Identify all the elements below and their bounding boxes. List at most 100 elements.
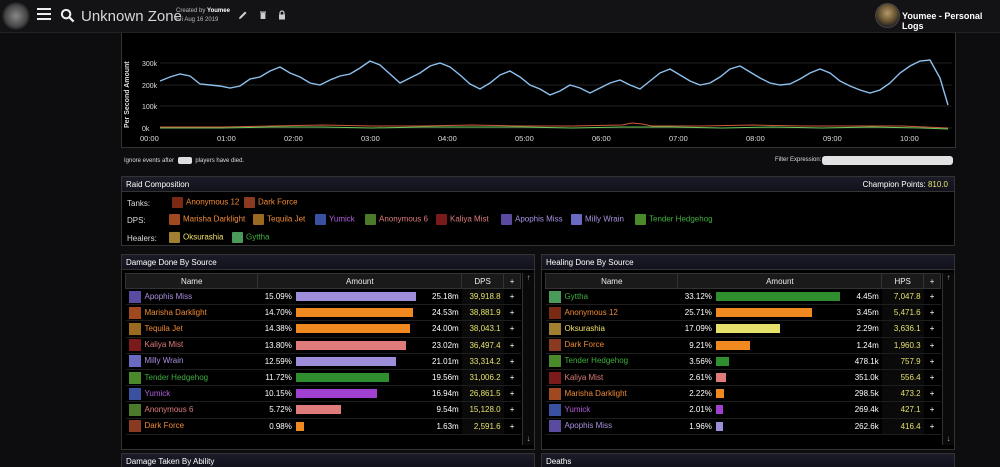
table-row[interactable]: Dark Force 9.21% 1.24m 1,960.3 + (545, 337, 941, 354)
healing-done-scrollbar[interactable]: ↑ ↓ (942, 273, 954, 445)
expand-button[interactable]: + (503, 418, 521, 435)
table-row[interactable]: Kaliya Mist 2.61% 351.0k 556.4 + (545, 369, 941, 387)
table-row[interactable]: Anonymous 6 5.72% 9.54m 15,128.0 + (125, 401, 521, 419)
col-hps[interactable]: HPS (881, 273, 925, 289)
table-row[interactable]: Tequila Jet 14.38% 24.00m 38,043.1 + (125, 320, 521, 338)
source-cell[interactable]: Kaliya Mist (125, 337, 258, 354)
raid-member[interactable]: Dark Force (244, 197, 298, 208)
class-icon (436, 214, 447, 225)
col-plus[interactable]: + (503, 273, 521, 289)
bar-cell (715, 385, 840, 403)
expand-button[interactable]: + (503, 320, 521, 338)
damage-done-scrollbar[interactable]: ↑ ↓ (522, 273, 534, 445)
col-name[interactable]: Name (124, 273, 259, 289)
source-cell[interactable]: Dark Force (125, 418, 258, 435)
created-by-label: Created by (176, 8, 206, 14)
source-cell[interactable]: Oksurashia (545, 320, 678, 338)
table-row[interactable]: Tender Hedgehog 3.56% 478.1k 757.9 + (545, 353, 941, 370)
source-cell[interactable]: Yumick (545, 401, 678, 419)
col-dps[interactable]: DPS (461, 273, 505, 289)
trash-icon[interactable] (258, 10, 268, 20)
source-cell[interactable]: Tender Hedgehog (545, 353, 678, 370)
raid-member[interactable]: Marisha Darklight (169, 214, 245, 225)
raid-member[interactable]: Apophis Miss (501, 214, 563, 225)
raid-member[interactable]: Tequila Jet (253, 214, 305, 225)
raid-member[interactable]: Yumick (315, 214, 355, 225)
dps-graph[interactable]: 300k 200k 100k 0k 00:00 01:00 02:00 03:0… (121, 33, 956, 148)
raid-member-name: Anonymous 12 (186, 197, 240, 207)
expand-button[interactable]: + (923, 337, 941, 354)
expand-button[interactable]: + (923, 320, 941, 338)
raid-member[interactable]: Anonymous 12 (172, 197, 239, 208)
table-row[interactable]: Tender Hedgehog 11.72% 19.56m 31,006.2 + (125, 369, 521, 387)
expand-button[interactable]: + (503, 401, 521, 419)
expand-button[interactable]: + (923, 385, 941, 403)
bar-cell (715, 337, 840, 354)
expand-button[interactable]: + (503, 385, 521, 403)
source-cell[interactable]: Yumick (125, 385, 258, 403)
expand-button[interactable]: + (503, 369, 521, 387)
expand-button[interactable]: + (923, 304, 941, 322)
amount-cell: 1.63m (419, 418, 462, 435)
expand-button[interactable]: + (923, 401, 941, 419)
table-row[interactable]: Yumick 10.15% 16.94m 26,861.5 + (125, 385, 521, 403)
raid-member[interactable]: Kaliya Mist (436, 214, 489, 225)
source-cell[interactable]: Anonymous 6 (125, 401, 258, 419)
table-row[interactable]: Marisha Darklight 2.22% 298.5k 473.2 + (545, 385, 941, 403)
source-cell[interactable]: Kaliya Mist (545, 369, 678, 387)
source-cell[interactable]: Marisha Darklight (545, 385, 678, 403)
expand-button[interactable]: + (923, 369, 941, 387)
amount-cell: 21.01m (419, 353, 462, 370)
source-cell[interactable]: Apophis Miss (545, 418, 678, 435)
expand-button[interactable]: + (503, 353, 521, 370)
col-amount[interactable]: Amount (677, 273, 883, 289)
expand-button[interactable]: + (923, 418, 941, 435)
raid-member[interactable]: Anonymous 6 (365, 214, 428, 225)
col-amount[interactable]: Amount (257, 273, 463, 289)
table-row[interactable]: Gyttha 33.12% 4.45m 7,047.8 + (545, 288, 941, 306)
expand-button[interactable]: + (503, 304, 521, 322)
filter-expression-input[interactable] (822, 156, 953, 165)
table-row[interactable]: Yumick 2.01% 269.4k 427.1 + (545, 401, 941, 419)
lock-icon[interactable] (277, 10, 287, 20)
raid-member[interactable]: Tender Hedgehog (635, 214, 713, 225)
col-plus[interactable]: + (923, 273, 941, 289)
raid-member[interactable]: Gyttha (232, 232, 270, 243)
expand-button[interactable]: + (503, 288, 521, 306)
user-name-link[interactable]: Youmee - Personal Logs (902, 11, 1000, 31)
healing-done-panel: Healing Done By Source Name Amount HPS +… (541, 254, 955, 450)
table-row[interactable]: Marisha Darklight 14.70% 24.53m 38,881.9 + (125, 304, 521, 322)
source-cell[interactable]: Milly Wrain (125, 353, 258, 370)
raid-member[interactable]: Oksurashia (169, 232, 223, 243)
table-row[interactable]: Kaliya Mist 13.80% 23.02m 36,497.4 + (125, 337, 521, 354)
table-row[interactable]: Anonymous 12 25.71% 3.45m 5,471.6 + (545, 304, 941, 322)
table-row[interactable]: Oksurashia 17.09% 2.29m 3,636.1 + (545, 320, 941, 338)
expand-button[interactable]: + (503, 337, 521, 354)
rate-cell: 36,497.4 (461, 337, 504, 354)
source-cell[interactable]: Gyttha (545, 288, 678, 306)
source-cell[interactable]: Anonymous 12 (545, 304, 678, 322)
table-row[interactable]: Dark Force 0.98% 1.63m 2,591.6 + (125, 418, 521, 435)
col-name[interactable]: Name (544, 273, 679, 289)
expand-button[interactable]: + (923, 288, 941, 306)
site-logo-icon[interactable] (2, 2, 30, 30)
x-tick: 04:00 (438, 134, 457, 143)
ignore-deaths-input[interactable] (177, 157, 192, 164)
table-row[interactable]: Apophis Miss 15.09% 25.18m 39,918.8 + (125, 288, 521, 306)
table-row[interactable]: Milly Wrain 12.59% 21.01m 33,314.2 + (125, 353, 521, 370)
expand-button[interactable]: + (923, 353, 941, 370)
source-cell[interactable]: Apophis Miss (125, 288, 258, 306)
source-cell[interactable]: Dark Force (545, 337, 678, 354)
search-icon[interactable] (60, 8, 75, 23)
raid-member[interactable]: Milly Wrain (571, 214, 624, 225)
source-cell[interactable]: Tequila Jet (125, 320, 258, 338)
user-avatar[interactable] (875, 3, 900, 28)
source-cell[interactable]: Tender Hedgehog (125, 369, 258, 387)
edit-icon[interactable] (238, 10, 248, 20)
rate-cell: 38,881.9 (461, 304, 504, 322)
amount-bar (715, 324, 780, 334)
table-row[interactable]: Apophis Miss 1.96% 262.6k 416.4 + (545, 418, 941, 435)
raid-member-name: Tender Hedgehog (649, 214, 713, 224)
source-cell[interactable]: Marisha Darklight (125, 304, 258, 322)
hamburger-menu-icon[interactable] (37, 8, 51, 22)
